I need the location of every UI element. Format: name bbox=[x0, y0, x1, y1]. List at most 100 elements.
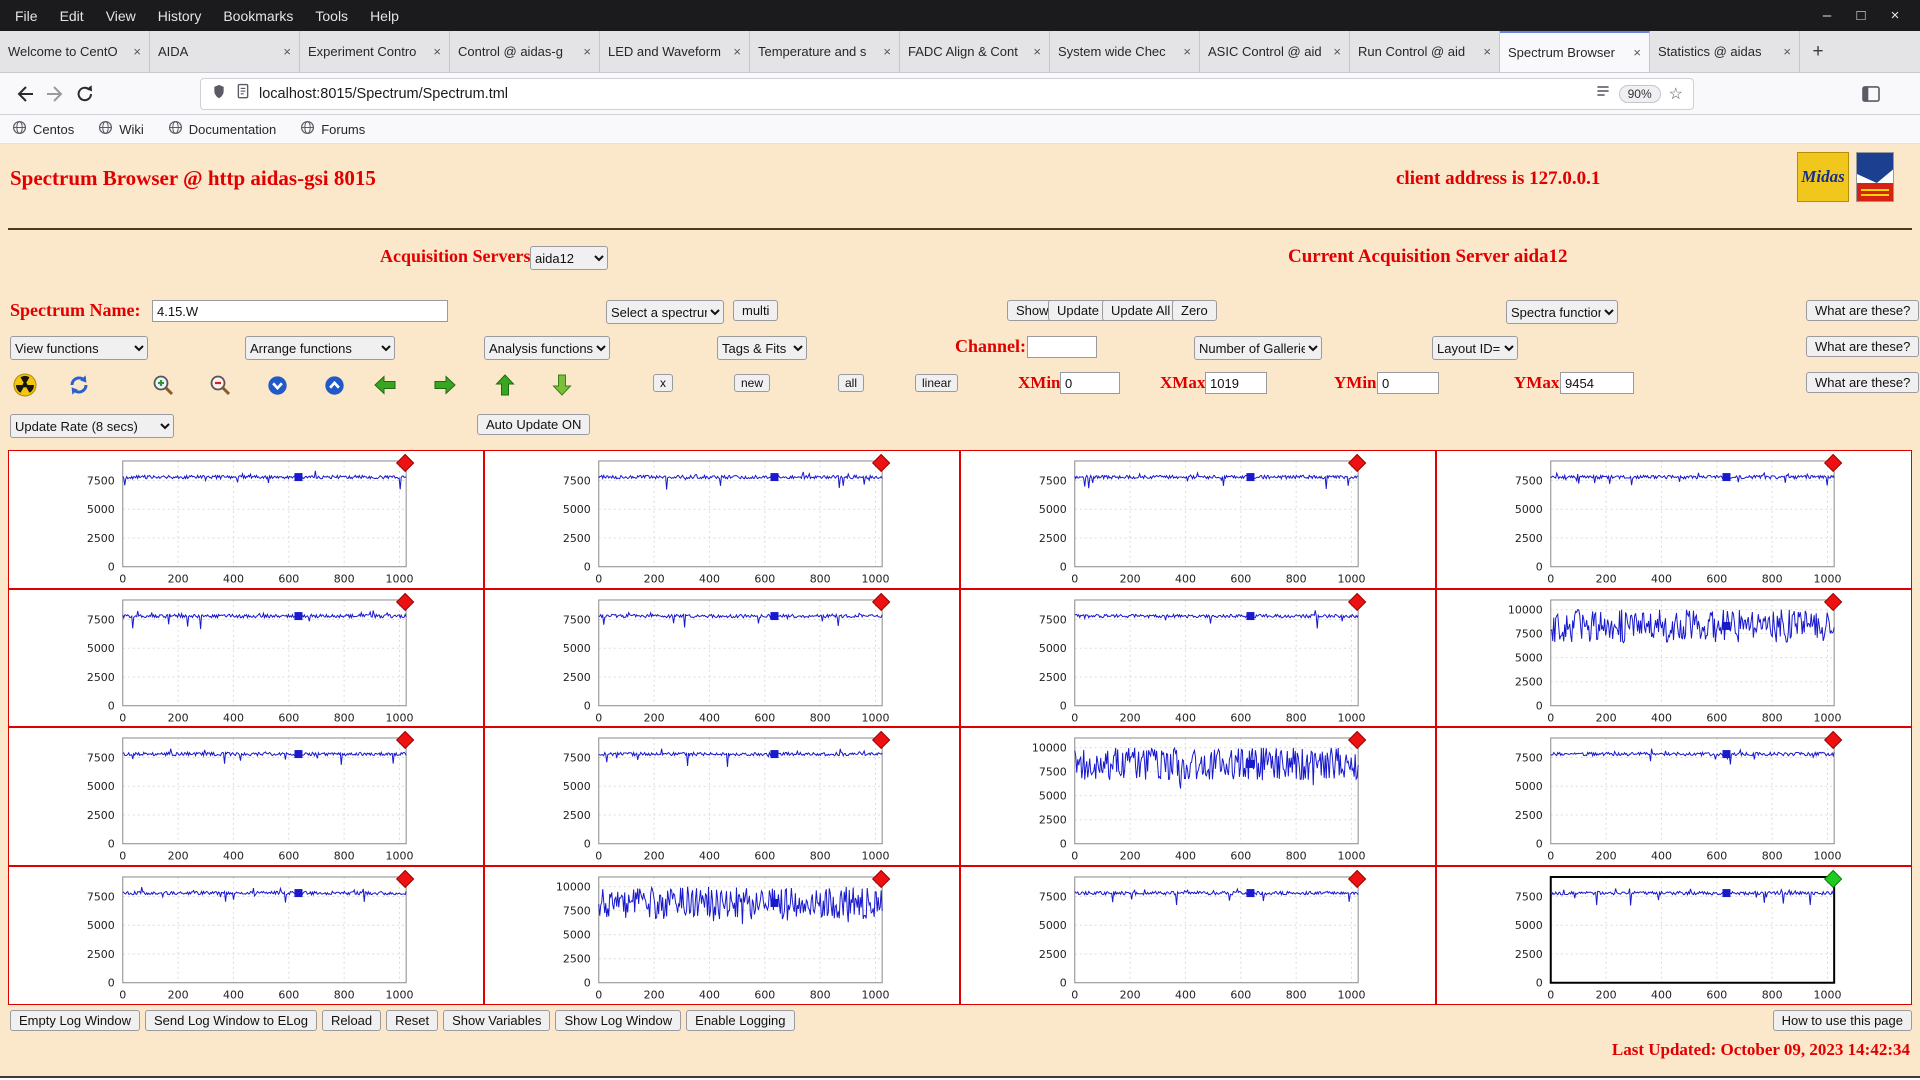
tab-aida[interactable]: AIDA× bbox=[150, 31, 300, 72]
what-are-these-button-1[interactable]: What are these? bbox=[1806, 300, 1919, 321]
tab-asic-control-aid[interactable]: ASIC Control @ aid× bbox=[1200, 31, 1350, 72]
reader-mode-icon[interactable] bbox=[1595, 83, 1611, 104]
linear-button[interactable]: linear bbox=[915, 374, 958, 392]
spectra-functions-select[interactable]: Spectra functions bbox=[1506, 300, 1618, 324]
spectrum-plot-r3c4[interactable]: 025005000750002004006008001000 bbox=[1436, 727, 1912, 866]
tab-close-icon[interactable]: × bbox=[883, 44, 891, 59]
menu-file[interactable]: File bbox=[4, 8, 49, 24]
channel-input[interactable] bbox=[1027, 336, 1097, 358]
how-to-use-button[interactable]: How to use this page bbox=[1773, 1010, 1912, 1031]
page-info-icon[interactable] bbox=[235, 83, 251, 105]
spectrum-plot-r4c1[interactable]: 025005000750002004006008001000 bbox=[8, 866, 484, 1005]
arrange-functions-select[interactable]: Arrange functions bbox=[245, 336, 395, 360]
tab-close-icon[interactable]: × bbox=[283, 44, 291, 59]
arrow-down-icon[interactable] bbox=[549, 372, 575, 398]
bookmark-star-icon[interactable]: ☆ bbox=[1669, 84, 1683, 104]
ymin-input[interactable] bbox=[1377, 372, 1439, 394]
update-rate-select[interactable]: Update Rate (8 secs) bbox=[10, 414, 174, 438]
spectrum-name-input[interactable] bbox=[152, 300, 448, 322]
menu-history[interactable]: History bbox=[147, 8, 213, 24]
bookmark-forums[interactable]: Forums bbox=[300, 120, 365, 138]
empty-log-window-button[interactable]: Empty Log Window bbox=[10, 1010, 140, 1031]
zoom-out-icon[interactable] bbox=[207, 372, 233, 398]
tab-led-and-waveform[interactable]: LED and Waveform× bbox=[600, 31, 750, 72]
layout-select[interactable]: Layout ID=1 bbox=[1432, 336, 1518, 360]
all-button[interactable]: all bbox=[838, 374, 864, 392]
xmax-input[interactable] bbox=[1205, 372, 1267, 394]
spectrum-plot-r2c2[interactable]: 025005000750002004006008001000 bbox=[484, 589, 960, 728]
shield-icon[interactable] bbox=[211, 83, 227, 105]
arrow-up-icon[interactable] bbox=[492, 372, 518, 398]
send-log-window-to-elog-button[interactable]: Send Log Window to ELog bbox=[145, 1010, 317, 1031]
spectrum-plot-r2c3[interactable]: 025005000750002004006008001000 bbox=[960, 589, 1436, 728]
tab-welcome-to-cento[interactable]: Welcome to CentO× bbox=[0, 31, 150, 72]
tags-fits-select[interactable]: Tags & Fits bbox=[717, 336, 807, 360]
spectrum-plot-r3c2[interactable]: 025005000750002004006008001000 bbox=[484, 727, 960, 866]
multi-button[interactable]: multi bbox=[733, 300, 778, 321]
tab-system-wide-chec[interactable]: System wide Chec× bbox=[1050, 31, 1200, 72]
enable-logging-button[interactable]: Enable Logging bbox=[686, 1010, 794, 1031]
spectrum-plot-r4c3[interactable]: 025005000750002004006008001000 bbox=[960, 866, 1436, 1005]
view-functions-select[interactable]: View functions bbox=[10, 336, 148, 360]
menu-edit[interactable]: Edit bbox=[49, 8, 95, 24]
tab-close-icon[interactable]: × bbox=[1633, 45, 1641, 60]
menu-tools[interactable]: Tools bbox=[304, 8, 359, 24]
collapse-icon[interactable] bbox=[264, 372, 290, 398]
radiation-icon[interactable] bbox=[12, 372, 38, 398]
what-are-these-button-2[interactable]: What are these? bbox=[1806, 336, 1919, 357]
forward-icon[interactable] bbox=[40, 79, 70, 109]
update-all-button[interactable]: Update All bbox=[1102, 300, 1179, 321]
x-button[interactable]: x bbox=[653, 374, 673, 392]
menu-view[interactable]: View bbox=[95, 8, 147, 24]
select-a-spectrum[interactable]: Select a spectrum bbox=[606, 300, 724, 324]
tab-close-icon[interactable]: × bbox=[1483, 44, 1491, 59]
refresh-icon[interactable] bbox=[66, 372, 92, 398]
ymax-input[interactable] bbox=[1560, 372, 1634, 394]
zoom-in-icon[interactable] bbox=[150, 372, 176, 398]
tab-spectrum-browser[interactable]: Spectrum Browser× bbox=[1500, 31, 1650, 72]
spectrum-plot-r1c3[interactable]: 025005000750002004006008001000 bbox=[960, 450, 1436, 589]
menu-bookmarks[interactable]: Bookmarks bbox=[212, 8, 304, 24]
close-button[interactable]: × bbox=[1878, 7, 1912, 24]
spectrum-plot-r2c1[interactable]: 025005000750002004006008001000 bbox=[8, 589, 484, 728]
url-bar[interactable]: localhost:8015/Spectrum/Spectrum.tml 90%… bbox=[200, 78, 1694, 110]
tab-run-control-aid[interactable]: Run Control @ aid× bbox=[1350, 31, 1500, 72]
acquisition-server-select[interactable]: aida12 bbox=[530, 246, 608, 270]
tab-close-icon[interactable]: × bbox=[1783, 44, 1791, 59]
tab-experiment-contro[interactable]: Experiment Contro× bbox=[300, 31, 450, 72]
spectrum-plot-r1c4[interactable]: 025005000750002004006008001000 bbox=[1436, 450, 1912, 589]
tab-close-icon[interactable]: × bbox=[433, 44, 441, 59]
bookmark-centos[interactable]: Centos bbox=[12, 120, 74, 138]
spectrum-plot-r3c3[interactable]: 02500500075001000002004006008001000 bbox=[960, 727, 1436, 866]
update-button[interactable]: Update bbox=[1048, 300, 1108, 321]
spectrum-plot-r2c4[interactable]: 02500500075001000002004006008001000 bbox=[1436, 589, 1912, 728]
bookmark-documentation[interactable]: Documentation bbox=[168, 120, 276, 138]
bookmark-wiki[interactable]: Wiki bbox=[98, 120, 144, 138]
reload-button[interactable]: Reload bbox=[322, 1010, 381, 1031]
tab-close-icon[interactable]: × bbox=[1333, 44, 1341, 59]
auto-update-button[interactable]: Auto Update ON bbox=[477, 414, 590, 435]
tab-close-icon[interactable]: × bbox=[733, 44, 741, 59]
reset-button[interactable]: Reset bbox=[386, 1010, 438, 1031]
new-tab-button[interactable]: + bbox=[1800, 31, 1836, 72]
galleries-select[interactable]: Number of Galleries bbox=[1194, 336, 1322, 360]
tab-fadc-align-cont[interactable]: FADC Align & Cont× bbox=[900, 31, 1050, 72]
url-text[interactable]: localhost:8015/Spectrum/Spectrum.tml bbox=[259, 86, 1587, 102]
sidebar-icon[interactable] bbox=[1862, 86, 1880, 102]
arrow-left-icon[interactable] bbox=[372, 372, 398, 398]
reload-icon[interactable] bbox=[70, 79, 100, 109]
spectrum-plot-r3c1[interactable]: 025005000750002004006008001000 bbox=[8, 727, 484, 866]
analysis-functions-select[interactable]: Analysis functions bbox=[484, 336, 610, 360]
what-are-these-button-3[interactable]: What are these? bbox=[1806, 372, 1919, 393]
expand-icon[interactable] bbox=[321, 372, 347, 398]
tab-statistics-aidas[interactable]: Statistics @ aidas× bbox=[1650, 31, 1800, 72]
tab-close-icon[interactable]: × bbox=[1183, 44, 1191, 59]
tab-close-icon[interactable]: × bbox=[583, 44, 591, 59]
arrow-right-icon[interactable] bbox=[432, 372, 458, 398]
xmin-input[interactable] bbox=[1060, 372, 1120, 394]
tab-control-aidas-g[interactable]: Control @ aidas-g× bbox=[450, 31, 600, 72]
new-button[interactable]: new bbox=[734, 374, 770, 392]
menu-help[interactable]: Help bbox=[359, 8, 410, 24]
spectrum-plot-r4c2[interactable]: 02500500075001000002004006008001000 bbox=[484, 866, 960, 1005]
show-variables-button[interactable]: Show Variables bbox=[443, 1010, 550, 1031]
